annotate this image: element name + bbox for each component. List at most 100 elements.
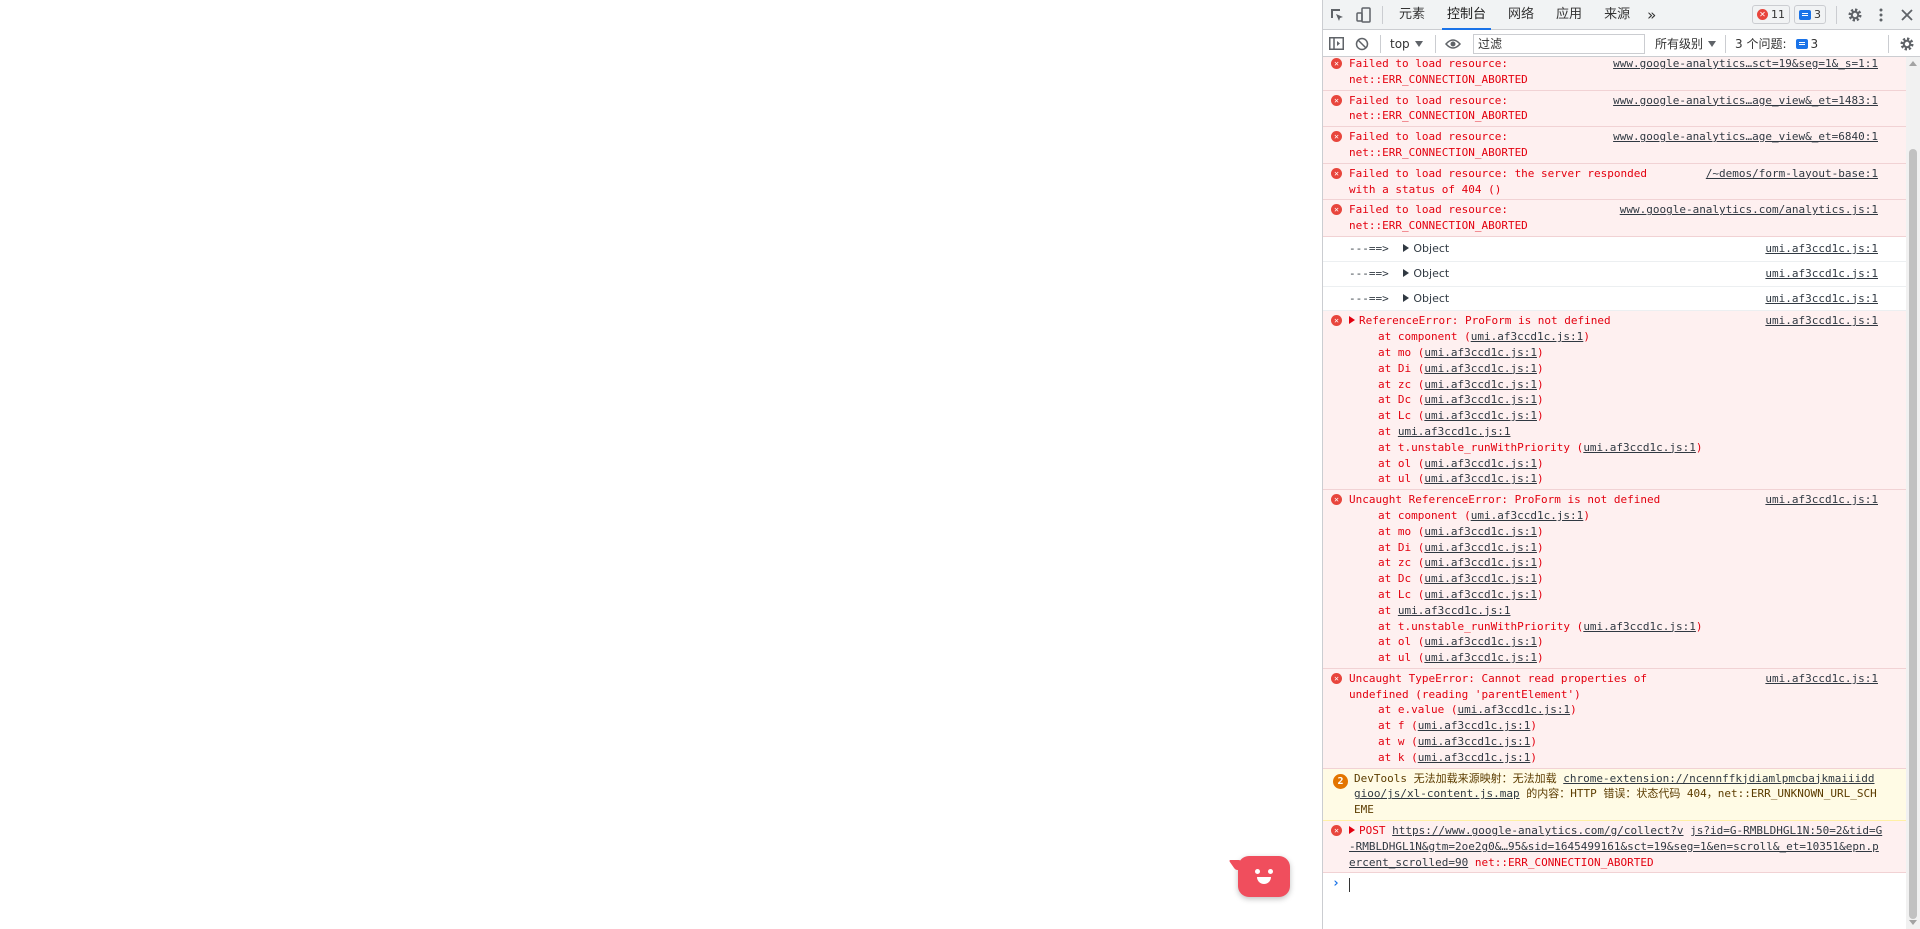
scroll-up-arrow-icon[interactable]: [1909, 61, 1917, 66]
frame-source-link[interactable]: umi.af3ccd1c.js:1: [1424, 651, 1537, 664]
console-log-row[interactable]: ---==> Object umi.af3ccd1c.js:1: [1323, 286, 1906, 312]
issues-count: 3: [1810, 36, 1819, 51]
tab-application[interactable]: 应用: [1545, 0, 1593, 30]
more-tabs-icon[interactable]: »: [1641, 0, 1662, 30]
frame-source-link[interactable]: umi.af3ccd1c.js:1: [1424, 362, 1537, 375]
source-link[interactable]: www.google-analytics.com/analytics.js:1: [1615, 202, 1878, 219]
stack-frame: at Dc (umi.af3ccd1c.js:1): [1378, 392, 1878, 408]
frame-source-link[interactable]: umi.af3ccd1c.js:1: [1424, 457, 1537, 470]
expand-object-toggle[interactable]: Object: [1403, 267, 1449, 280]
source-link[interactable]: www.google-analytics…age_view&_et=1483:1: [1609, 92, 1878, 109]
settings-gear-icon[interactable]: [1842, 0, 1868, 30]
console-log-row[interactable]: ---==> Object umi.af3ccd1c.js:1: [1323, 236, 1906, 262]
frame-source-link[interactable]: umi.af3ccd1c.js:1: [1471, 330, 1584, 343]
stack-frame: at Lc (umi.af3ccd1c.js:1): [1378, 408, 1878, 424]
console-error-row[interactable]: ✕ Failed to load resource: net::ERR_CONN…: [1323, 90, 1906, 128]
log-levels-dropdown[interactable]: 所有级别: [1651, 35, 1720, 52]
frame-close: ): [1536, 393, 1544, 407]
tab-sources[interactable]: 来源: [1593, 0, 1641, 30]
frame-source-link[interactable]: umi.af3ccd1c.js:1: [1424, 346, 1537, 359]
console-log-row[interactable]: ---==> Object umi.af3ccd1c.js:1: [1323, 261, 1906, 287]
context-selector[interactable]: top: [1386, 37, 1430, 51]
frame-source-link[interactable]: umi.af3ccd1c.js:1: [1471, 509, 1584, 522]
expand-object-toggle[interactable]: Object: [1403, 292, 1449, 305]
frame-source-link[interactable]: umi.af3ccd1c.js:1: [1424, 409, 1537, 422]
chat-bot-icon[interactable]: [1238, 856, 1290, 897]
issues-message-icon: [1795, 38, 1808, 49]
frame-source-link[interactable]: umi.af3ccd1c.js:1: [1398, 604, 1511, 617]
more-options-icon[interactable]: [1868, 0, 1894, 30]
console-error-row[interactable]: ✕ POST https://www.google-analytics.com/…: [1323, 821, 1906, 874]
tab-network[interactable]: 网络: [1497, 0, 1545, 30]
live-expression-eye-icon[interactable]: [1441, 31, 1465, 57]
frame-source-link[interactable]: umi.af3ccd1c.js:1: [1424, 572, 1537, 585]
frame-source-link[interactable]: umi.af3ccd1c.js:1: [1424, 635, 1537, 648]
frame-source-link[interactable]: umi.af3ccd1c.js:1: [1424, 556, 1537, 569]
frame-source-link[interactable]: umi.af3ccd1c.js:1: [1424, 525, 1537, 538]
error-count-badge[interactable]: ✕ 11: [1752, 5, 1790, 24]
frame-source-link[interactable]: umi.af3ccd1c.js:1: [1424, 541, 1537, 554]
filter-input[interactable]: [1473, 33, 1645, 54]
message-count-badge[interactable]: 3: [1794, 5, 1826, 24]
expand-arrow-icon[interactable]: [1349, 826, 1355, 835]
frame-source-link[interactable]: umi.af3ccd1c.js:1: [1424, 378, 1537, 391]
request-url-link[interactable]: https://www.google-analytics.com/g/colle…: [1392, 824, 1683, 837]
frame-source-link[interactable]: umi.af3ccd1c.js:1: [1457, 703, 1570, 716]
frame-function: at t.unstable_runWithPriority (: [1378, 619, 1584, 633]
device-toolbar-icon[interactable]: [1351, 0, 1377, 30]
frame-function: at ul (: [1378, 472, 1425, 486]
source-link[interactable]: umi.af3ccd1c.js:1: [1761, 265, 1878, 282]
console-error-row[interactable]: ✕ Uncaught TypeError: Cannot read proper…: [1323, 668, 1906, 769]
source-link[interactable]: umi.af3ccd1c.js:1: [1761, 492, 1878, 508]
chevron-down-icon: [1708, 40, 1717, 47]
console-error-row[interactable]: ✕ Failed to load resource: net::ERR_CONN…: [1323, 127, 1906, 164]
error-icon: ✕: [1331, 131, 1342, 143]
frame-function: at f (: [1378, 719, 1418, 733]
console-settings-gear-icon[interactable]: [1894, 31, 1920, 57]
frame-source-link[interactable]: umi.af3ccd1c.js:1: [1583, 620, 1696, 633]
source-link[interactable]: www.google-analytics…age_view&_et=6840:1: [1609, 129, 1878, 145]
source-link[interactable]: www.google-analytics…sct=19&seg=1&_s=1:1: [1609, 57, 1878, 72]
source-link[interactable]: umi.af3ccd1c.js:1: [1761, 670, 1878, 687]
frame-source-link[interactable]: umi.af3ccd1c.js:1: [1424, 588, 1537, 601]
scroll-down-arrow-icon[interactable]: [1909, 920, 1917, 925]
frame-close: ): [1570, 703, 1577, 717]
console-error-row[interactable]: ✕ Failed to load resource: net::ERR_CONN…: [1323, 57, 1906, 91]
frame-source-link[interactable]: umi.af3ccd1c.js:1: [1418, 735, 1531, 748]
devtools-tab-bar: 元素 控制台 网络 应用 来源 » ✕ 11 3: [1323, 0, 1920, 30]
error-icon: ✕: [1331, 204, 1342, 216]
frame-source-link[interactable]: umi.af3ccd1c.js:1: [1418, 751, 1531, 764]
console-error-row[interactable]: ✕ Failed to load resource: net::ERR_CONN…: [1323, 200, 1906, 237]
console-error-row[interactable]: ✕ ReferenceError: ProForm is not defined…: [1323, 311, 1906, 491]
error-title: ReferenceError: ProForm is not defined: [1359, 314, 1611, 328]
frame-source-link[interactable]: umi.af3ccd1c.js:1: [1424, 472, 1537, 485]
frame-source-link[interactable]: umi.af3ccd1c.js:1: [1424, 393, 1537, 406]
show-sidebar-icon[interactable]: [1323, 31, 1349, 57]
inspect-element-icon[interactable]: [1323, 0, 1351, 30]
frame-source-link[interactable]: umi.af3ccd1c.js:1: [1418, 719, 1531, 732]
request-source-link[interactable]: js?id=G-RMBLDHGL1N:50: [1690, 824, 1829, 837]
source-link[interactable]: umi.af3ccd1c.js:1: [1761, 290, 1878, 307]
source-link[interactable]: umi.af3ccd1c.js:1: [1761, 313, 1878, 330]
console-error-row[interactable]: ✕ Uncaught ReferenceError: ProForm is no…: [1323, 490, 1906, 669]
toolbar-separator: [1888, 34, 1889, 53]
prompt-chevron-icon: ›: [1332, 876, 1340, 892]
tab-elements[interactable]: 元素: [1388, 0, 1436, 30]
frame-source-link[interactable]: umi.af3ccd1c.js:1: [1583, 441, 1696, 454]
console-prompt[interactable]: ›: [1323, 873, 1906, 897]
tab-console[interactable]: 控制台: [1436, 0, 1497, 30]
scrollbar-thumb[interactable]: [1909, 149, 1917, 919]
frame-source-link[interactable]: umi.af3ccd1c.js:1: [1398, 425, 1511, 438]
console-scrollbar[interactable]: [1906, 57, 1920, 929]
expand-object-toggle[interactable]: Object: [1403, 242, 1449, 255]
clear-console-icon[interactable]: [1349, 31, 1375, 57]
stack-frame: at component (umi.af3ccd1c.js:1): [1378, 329, 1878, 345]
close-devtools-icon[interactable]: [1894, 0, 1920, 30]
console-warning-row[interactable]: 2 DevTools 无法加载来源映射：无法加载 chrome-extensio…: [1323, 768, 1906, 822]
frame-function: at t.unstable_runWithPriority (: [1378, 440, 1584, 454]
source-link[interactable]: umi.af3ccd1c.js:1: [1761, 240, 1878, 257]
console-error-row[interactable]: ✕ Failed to load resource: the server re…: [1323, 163, 1906, 201]
stack-frame: at Dc (umi.af3ccd1c.js:1): [1378, 571, 1878, 587]
source-link[interactable]: /~demos/form-layout-base:1: [1701, 165, 1878, 182]
issues-button[interactable]: 3 个问题: 3: [1731, 35, 1822, 52]
